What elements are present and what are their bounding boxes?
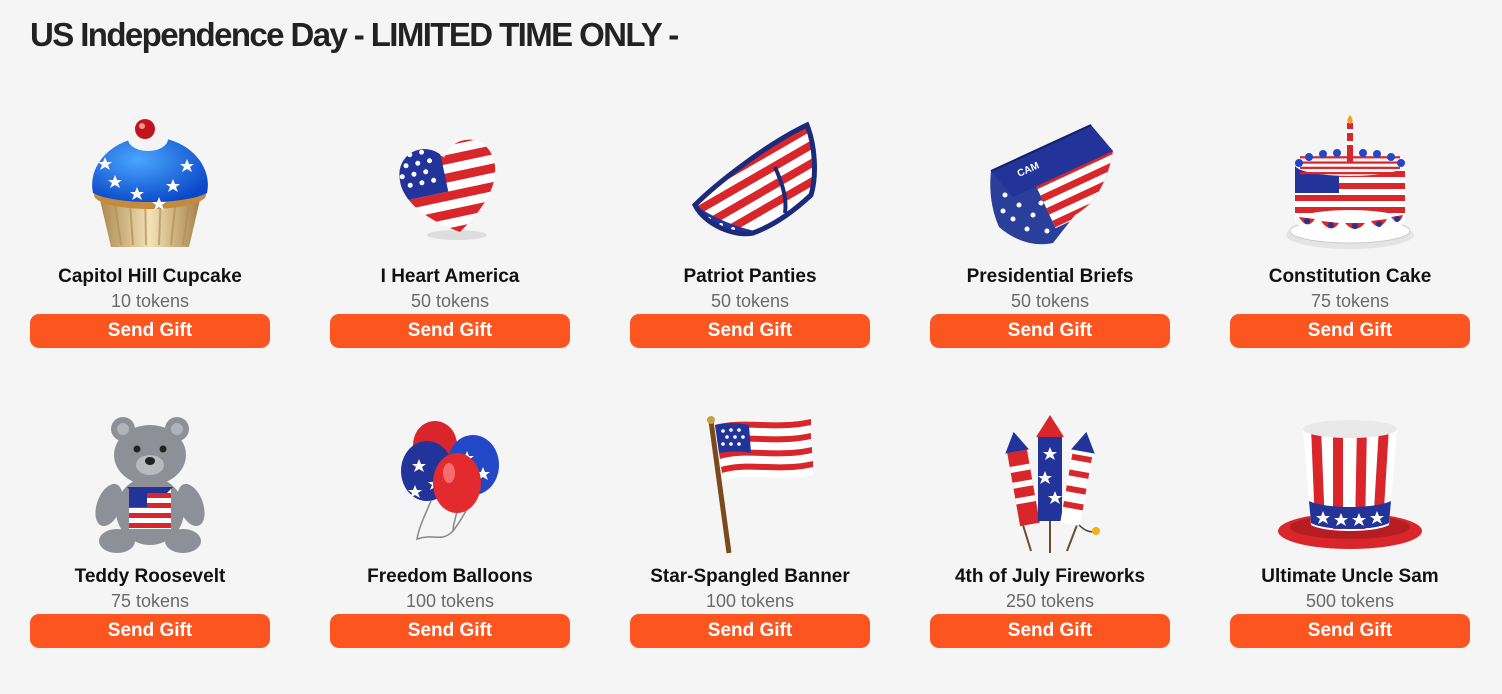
gift-card-patriot-panties: Patriot Panties 50 tokens Send Gift <box>630 110 870 410</box>
gift-price: 500 tokens <box>1305 591 1395 611</box>
briefs-icon[interactable]: CAM <box>970 110 1130 260</box>
gift-name: I Heart America <box>380 266 520 287</box>
gift-name: Star-Spangled Banner <box>650 566 850 587</box>
gift-price: 75 tokens <box>110 591 190 611</box>
gift-store-page: US Independence Day - LIMITED TIME ONLY … <box>0 0 1502 694</box>
gift-name: Freedom Balloons <box>367 566 533 587</box>
cupcake-icon[interactable] <box>70 110 230 260</box>
gift-price: 50 tokens <box>710 291 790 311</box>
gift-name: Ultimate Uncle Sam <box>1261 566 1439 587</box>
gift-price: 50 tokens <box>1010 291 1090 311</box>
gift-card-freedom-balloons: Freedom Balloons 100 tokens Send Gift <box>330 410 570 694</box>
heart-icon[interactable] <box>370 110 530 260</box>
gift-card-i-heart-america: I Heart America 50 tokens Send Gift <box>330 110 570 410</box>
send-gift-button[interactable]: Send Gift <box>630 314 870 348</box>
fireworks-icon[interactable] <box>970 410 1130 560</box>
send-gift-button[interactable]: Send Gift <box>1230 614 1470 648</box>
top-hat-icon[interactable] <box>1270 410 1430 560</box>
send-gift-button[interactable]: Send Gift <box>630 614 870 648</box>
gift-card-constitution-cake: Constitution Cake 75 tokens Send Gift <box>1230 110 1470 410</box>
send-gift-button[interactable]: Send Gift <box>930 614 1170 648</box>
send-gift-button[interactable]: Send Gift <box>330 614 570 648</box>
gift-name: Teddy Roosevelt <box>74 566 226 587</box>
gift-name: Capitol Hill Cupcake <box>58 266 242 287</box>
cake-icon[interactable] <box>1270 110 1430 260</box>
balloons-icon[interactable] <box>370 410 530 560</box>
gift-name: Patriot Panties <box>683 266 817 287</box>
gift-card-4th-of-july-fireworks: 4th of July Fireworks 250 tokens Send Gi… <box>930 410 1170 694</box>
send-gift-button[interactable]: Send Gift <box>30 314 270 348</box>
gift-card-star-spangled-banner: Star-Spangled Banner 100 tokens Send Gif… <box>630 410 870 694</box>
gift-card-teddy-roosevelt: Teddy Roosevelt 75 tokens Send Gift <box>30 410 270 694</box>
gift-card-capitol-hill-cupcake: Capitol Hill Cupcake 10 tokens Send Gift <box>30 110 270 410</box>
gift-name: Presidential Briefs <box>966 266 1134 287</box>
gift-price: 50 tokens <box>410 291 490 311</box>
gift-price: 250 tokens <box>1005 591 1095 611</box>
send-gift-button[interactable]: Send Gift <box>930 314 1170 348</box>
gift-price: 100 tokens <box>405 591 495 611</box>
gift-name: Constitution Cake <box>1268 266 1432 287</box>
flag-icon[interactable] <box>670 410 830 560</box>
send-gift-button[interactable]: Send Gift <box>30 614 270 648</box>
page-title: US Independence Day - LIMITED TIME ONLY … <box>30 16 679 53</box>
send-gift-button[interactable]: Send Gift <box>330 314 570 348</box>
gift-card-presidential-briefs: CAM Presidential Briefs 50 tokens Send G… <box>930 110 1170 410</box>
gift-price: 75 tokens <box>1310 291 1390 311</box>
gift-name: 4th of July Fireworks <box>954 566 1146 587</box>
teddy-bear-icon[interactable] <box>70 410 230 560</box>
gift-price: 10 tokens <box>110 291 190 311</box>
panties-icon[interactable] <box>670 110 830 260</box>
send-gift-button[interactable]: Send Gift <box>1230 314 1470 348</box>
gift-card-ultimate-uncle-sam: Ultimate Uncle Sam 500 tokens Send Gift <box>1230 410 1470 694</box>
gift-price: 100 tokens <box>705 591 795 611</box>
